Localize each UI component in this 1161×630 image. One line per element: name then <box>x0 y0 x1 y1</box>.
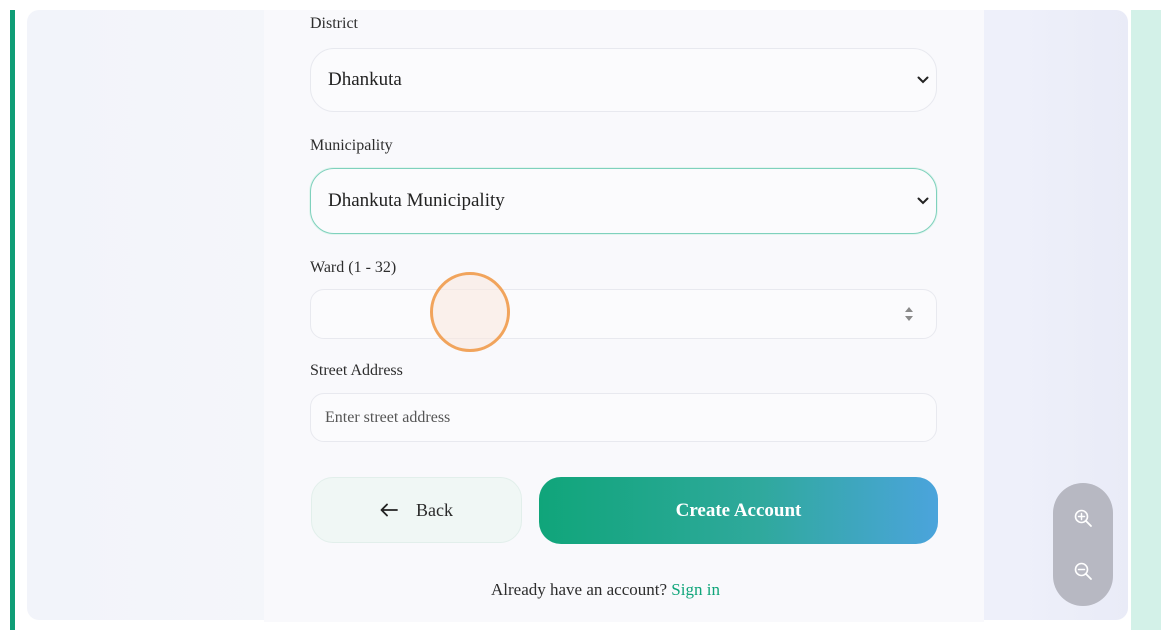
back-button-label: Back <box>416 499 453 520</box>
click-indicator <box>430 272 510 352</box>
ward-label: Ward (1 - 32) <box>310 259 397 276</box>
street-address-placeholder: Enter street address <box>325 408 451 426</box>
district-select-value: Dhankuta <box>328 69 402 90</box>
chevron-down-icon <box>917 197 929 205</box>
arrow-left-icon <box>380 503 398 517</box>
right-side-panel <box>1131 10 1161 630</box>
signin-link[interactable]: Sign in <box>671 580 720 599</box>
chevron-down-icon <box>917 76 929 84</box>
number-spinner-icon[interactable] <box>904 304 914 324</box>
municipality-select-value: Dhankuta Municipality <box>328 190 505 211</box>
district-select[interactable]: Dhankuta <box>310 48 937 112</box>
signin-prompt: Already have an account? Sign in <box>491 580 720 600</box>
zoom-out-icon[interactable] <box>1073 561 1093 581</box>
zoom-controls <box>1053 483 1113 606</box>
create-account-button[interactable]: Create Account <box>539 477 938 544</box>
back-button[interactable]: Back <box>311 477 522 543</box>
district-label: District <box>310 15 358 32</box>
street-address-input[interactable]: Enter street address <box>310 393 937 442</box>
street-address-label: Street Address <box>310 362 403 379</box>
municipality-select[interactable]: Dhankuta Municipality <box>310 168 937 234</box>
municipality-label: Municipality <box>310 137 393 154</box>
create-account-label: Create Account <box>675 499 802 521</box>
signin-prompt-text: Already have an account? <box>491 580 668 599</box>
left-accent-bar <box>10 10 15 630</box>
ward-number-input[interactable] <box>310 289 937 339</box>
zoom-in-icon[interactable] <box>1073 508 1093 528</box>
